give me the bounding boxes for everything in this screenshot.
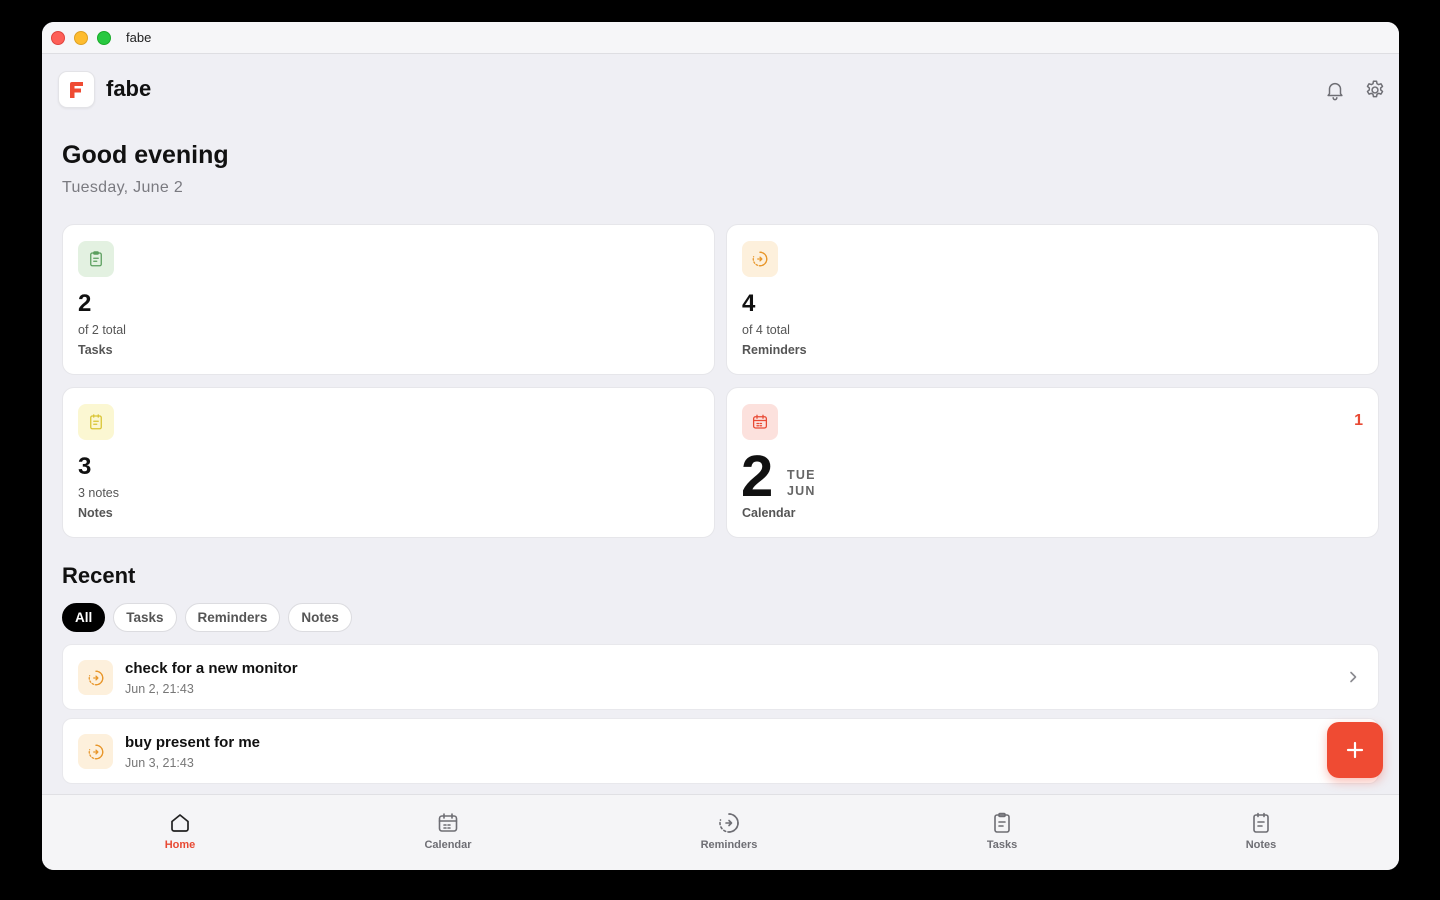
recent-heading: Recent [62,563,136,588]
note-icon [1211,810,1311,836]
tab-tasks[interactable]: Tasks [952,810,1052,851]
calendar-icon [398,810,498,836]
bottom-tab-bar: Home Calendar Reminders Tasks Notes [42,794,1399,870]
recent-filter-chips: All Tasks Reminders Notes [62,603,352,632]
filter-chip-reminders[interactable]: Reminders [184,603,281,632]
app-window: fabe fabe Good evening Tuesday, June 2 2… [42,22,1399,870]
reminders-count: 4 [742,290,756,317]
tab-calendar[interactable]: Calendar [398,810,498,851]
tab-home[interactable]: Home [130,810,230,851]
app-logo [58,71,95,108]
logo-f-icon [69,81,83,98]
reminder-icon [78,660,113,695]
tab-label: Reminders [700,839,758,851]
reminder-icon [742,241,778,277]
app-name: fabe [106,76,152,101]
tasks-subtitle: of 2 total [78,323,126,337]
plus-icon [1346,741,1364,759]
reminders-label: Reminders [742,343,807,357]
greeting-heading: Good evening [62,141,229,169]
clipboard-icon [78,241,114,277]
notes-summary-card[interactable]: 3 3 notes Notes [62,387,715,538]
settings-button[interactable] [1361,76,1389,104]
maximize-window-button[interactable] [97,31,111,45]
reminders-summary-card[interactable]: 4 of 4 total Reminders [726,224,1379,375]
notes-count: 3 [78,453,92,480]
notes-subtitle: 3 notes [78,486,120,500]
recent-list-item[interactable]: check for a new monitor Jun 2, 21:43 [62,644,1379,710]
tasks-label: Tasks [78,343,113,357]
tab-label: Notes [1245,839,1277,851]
tab-label: Home [164,839,196,851]
calendar-event-count: 1 [1354,412,1363,429]
calendar-icon [742,404,778,440]
item-title: buy present for me [125,734,261,751]
filter-chip-all[interactable]: All [62,603,106,632]
chevron-right-icon [1350,671,1357,683]
item-title: check for a new monitor [125,660,298,677]
item-timestamp: Jun 3, 21:43 [125,756,194,770]
tab-reminders[interactable]: Reminders [679,810,779,851]
home-icon [130,810,230,836]
calendar-month: JUN [787,484,816,498]
reminder-icon [679,810,779,836]
bell-icon [1327,82,1343,101]
calendar-day-number: 2 [741,444,774,509]
window-title: fabe [126,30,152,45]
clipboard-icon [952,810,1052,836]
close-window-button[interactable] [51,31,65,45]
title-bar: fabe [42,22,1399,54]
tab-notes[interactable]: Notes [1211,810,1311,851]
notifications-button[interactable] [1321,76,1349,104]
app-header: fabe [58,71,1384,109]
reminder-icon [78,734,113,769]
item-timestamp: Jun 2, 21:43 [125,682,194,696]
filter-chip-tasks[interactable]: Tasks [113,603,177,632]
gear-icon [1366,80,1384,98]
minimize-window-button[interactable] [74,31,88,45]
recent-list-item[interactable]: buy present for me Jun 3, 21:43 [62,718,1379,784]
calendar-label: Calendar [742,506,796,520]
tasks-summary-card[interactable]: 2 of 2 total Tasks [62,224,715,375]
current-date: Tuesday, June 2 [62,179,184,196]
calendar-summary-card[interactable]: 1 2 TUE JUN Calendar [726,387,1379,538]
add-item-button[interactable] [1327,722,1383,778]
filter-chip-notes[interactable]: Notes [288,603,352,632]
notes-label: Notes [78,506,113,520]
calendar-weekday: TUE [787,468,816,482]
tab-label: Calendar [424,839,472,851]
tasks-count: 2 [78,290,92,317]
reminders-subtitle: of 4 total [742,323,790,337]
note-icon [78,404,114,440]
tab-label: Tasks [986,839,1018,851]
